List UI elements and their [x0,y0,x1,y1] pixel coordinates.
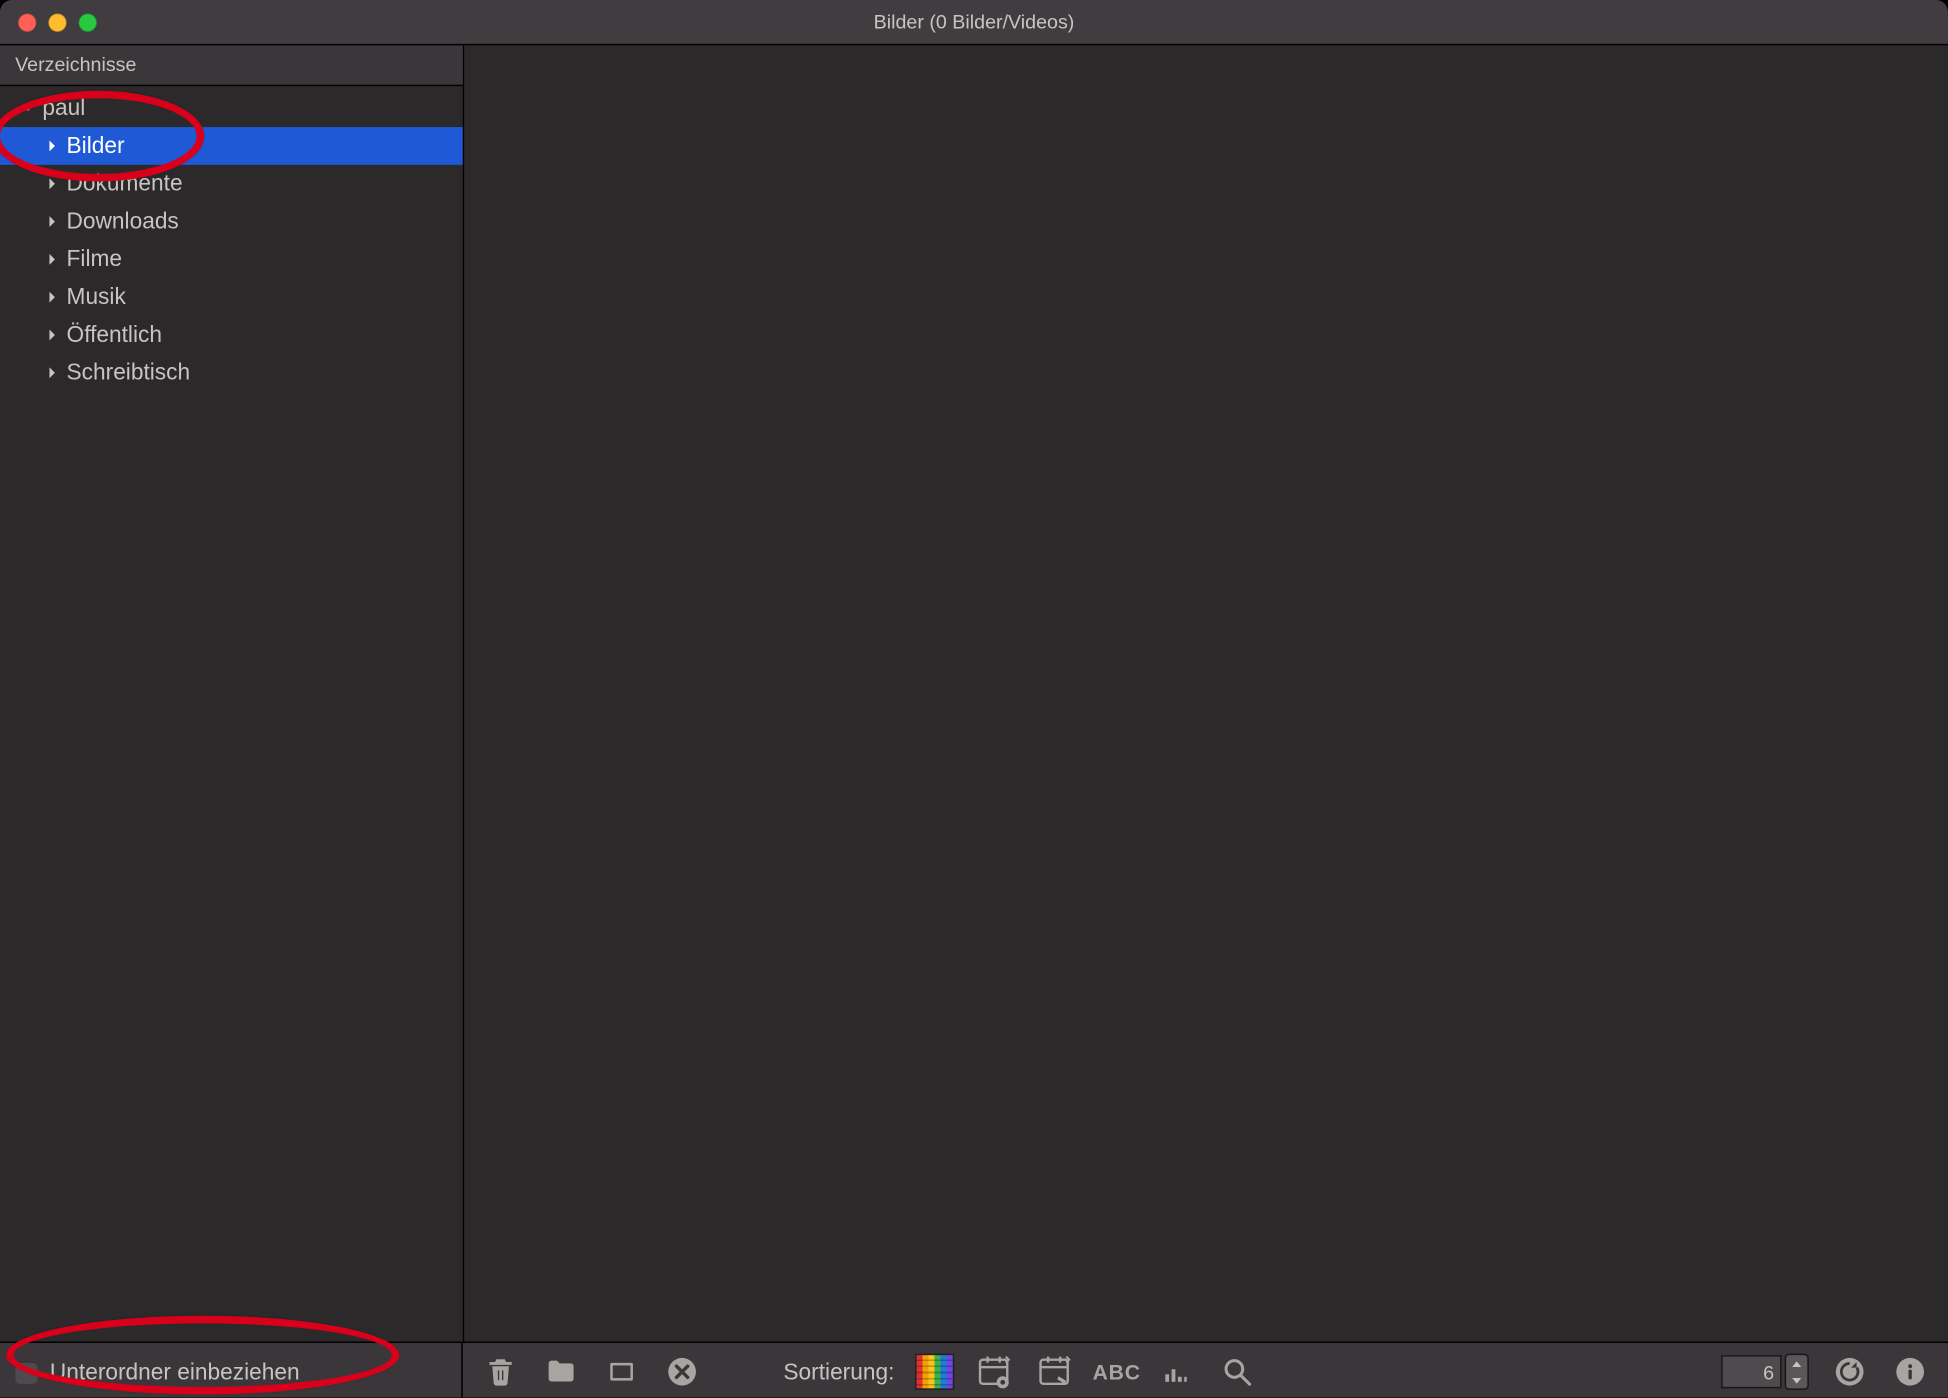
sort-date-modified-icon[interactable] [1037,1352,1076,1391]
info-icon[interactable] [1891,1352,1930,1391]
folder-label: Bilder [67,133,125,159]
window-controls [18,13,97,31]
chevron-right-icon[interactable] [42,364,60,382]
folder-label: Öffentlich [67,322,162,348]
titlebar: Bilder (0 Bilder/Videos) [0,0,1948,45]
folder-row-schreibtisch[interactable]: Schreibtisch [0,354,463,392]
cancel-icon[interactable] [662,1352,701,1391]
chevron-right-icon[interactable] [42,212,60,230]
folder-label: Musik [67,284,126,310]
sidebar: Verzeichnisse paul Bilder Dokumente Downloa… [0,45,464,1341]
thumbnail-area[interactable] [464,45,1948,1341]
folder-label: paul [42,95,85,121]
folder-row-filme[interactable]: Filme [0,240,463,278]
folder-tree: paul Bilder Dokumente Downloads Filme Musik Öf… [0,86,463,1341]
sort-grid-icon[interactable] [916,1352,955,1391]
chevron-right-icon[interactable] [42,326,60,344]
sort-size-icon[interactable] [1158,1352,1197,1391]
main-footer: Sortierung: ABC [463,1352,1948,1391]
folder-row-musik[interactable]: Musik [0,278,463,316]
sidebar-header: Verzeichnisse [0,45,463,86]
chevron-right-icon[interactable] [42,137,60,155]
folder-label: Schreibtisch [67,360,191,386]
thumb-size-field [1721,1354,1809,1390]
search-icon[interactable] [1218,1352,1257,1391]
zoom-icon[interactable] [79,13,97,31]
chevron-right-icon[interactable] [42,250,60,268]
folder-row-dokumente[interactable]: Dokumente [0,165,463,203]
folder-row-bilder[interactable]: Bilder [0,127,463,165]
thumb-size-stepper[interactable] [1785,1354,1809,1390]
sort-date-taken-icon[interactable] [976,1352,1015,1391]
sort-name-icon[interactable]: ABC [1097,1352,1136,1391]
sidebar-footer: Unterordner einbeziehen [0,1343,463,1397]
sort-label: Sortierung: [783,1359,894,1385]
thumb-size-input[interactable] [1721,1355,1781,1388]
window-title: Bilder (0 Bilder/Videos) [0,11,1948,34]
folder-row-öffentlich[interactable]: Öffentlich [0,316,463,354]
minimize-icon[interactable] [48,13,66,31]
folder-label: Downloads [67,209,179,235]
folder-row-downloads[interactable]: Downloads [0,203,463,241]
chevron-right-icon[interactable] [42,288,60,306]
app-window: Bilder (0 Bilder/Videos) Verzeichnisse p… [0,0,1948,1397]
window-body: Verzeichnisse paul Bilder Dokumente Downloa… [0,45,1948,1341]
chevron-right-icon[interactable] [42,175,60,193]
fullscreen-icon[interactable] [602,1352,641,1391]
close-icon[interactable] [18,13,36,31]
folder-label: Dokumente [67,171,183,197]
folder-icon[interactable] [541,1352,580,1391]
folder-row-paul[interactable]: paul [0,89,463,127]
folder-label: Filme [67,247,122,273]
include-subfolders-checkbox[interactable] [15,1360,38,1383]
refresh-icon[interactable] [1830,1352,1869,1391]
chevron-down-icon[interactable] [18,99,36,117]
include-subfolders-label: Unterordner einbeziehen [50,1359,300,1385]
bottom-toolbar: Unterordner einbeziehen Sortierung: [0,1341,1948,1397]
trash-icon[interactable] [481,1352,520,1391]
